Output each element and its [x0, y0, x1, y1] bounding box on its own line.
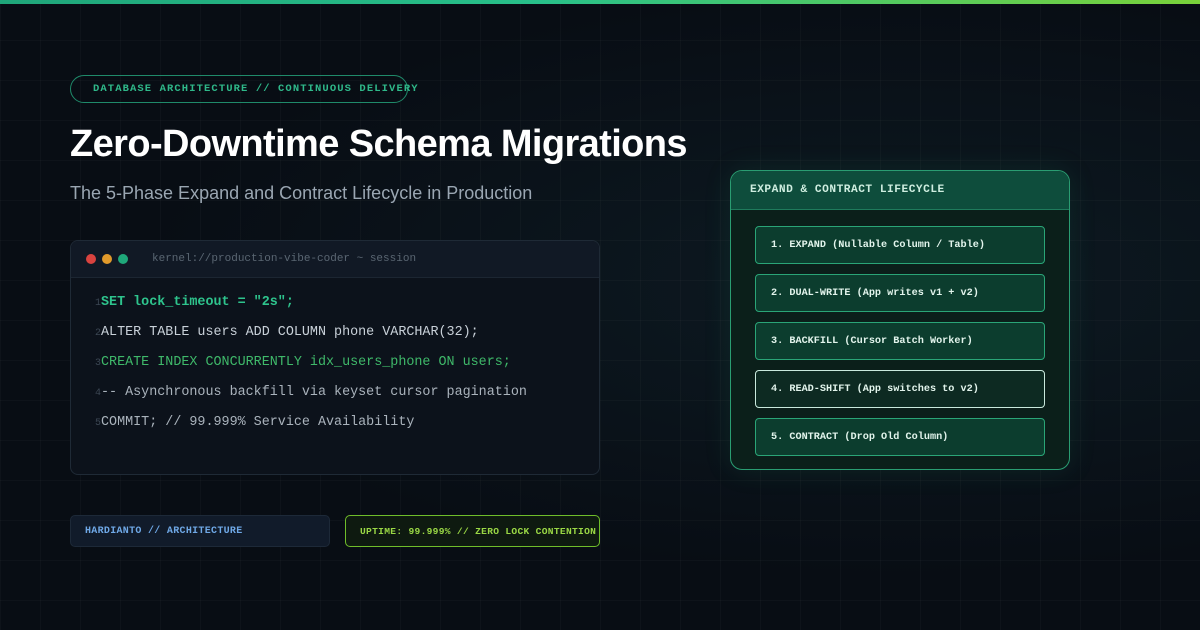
code-block: 1 SET lock_timeout = "2s"; 2 ALTER TABLE… — [71, 278, 599, 445]
phase-step-expand: 1. EXPAND (Nullable Column / Table) — [755, 226, 1045, 264]
phase-label: 2. DUAL-WRITE (App writes v1 + v2) — [771, 287, 979, 299]
lifecycle-header: EXPAND & CONTRACT LIFECYCLE — [731, 171, 1069, 210]
lifecycle-panel: EXPAND & CONTRACT LIFECYCLE 1. EXPAND (N… — [730, 170, 1070, 470]
phase-step-contract: 5. CONTRACT (Drop Old Column) — [755, 418, 1045, 456]
page-subtitle: The 5-Phase Expand and Contract Lifecycl… — [70, 183, 533, 203]
phase-label: 1. EXPAND (Nullable Column / Table) — [771, 239, 985, 251]
line-number: 1 — [94, 298, 101, 309]
category-badge: DATABASE ARCHITECTURE // CONTINUOUS DELI… — [70, 75, 418, 103]
phase-step-backfill: 3. BACKFILL (Cursor Batch Worker) — [755, 322, 1045, 360]
code-line: 5 COMMIT; // 99.999% Service Availabilit… — [71, 415, 599, 445]
author-tag: HARDIANTO // ARCHITECTURE — [70, 515, 330, 547]
terminal-header: kernel://production-vibe-coder ~ session — [71, 241, 599, 278]
code-text: COMMIT; // 99.999% Service Availability — [101, 415, 415, 430]
code-text: ALTER TABLE users ADD COLUMN phone VARCH… — [101, 325, 479, 340]
code-line: 4 -- Asynchronous backfill via keyset cu… — [71, 385, 599, 415]
category-badge-label: DATABASE ARCHITECTURE // CONTINUOUS DELI… — [93, 83, 419, 95]
line-number: 4 — [94, 388, 101, 399]
top-accent-bar — [0, 0, 1200, 4]
lifecycle-title: EXPAND & CONTRACT LIFECYCLE — [750, 184, 945, 196]
code-line: 3 CREATE INDEX CONCURRENTLY idx_users_ph… — [71, 355, 599, 385]
line-number: 2 — [94, 328, 101, 339]
close-dot-icon — [86, 254, 96, 264]
terminal-title: kernel://production-vibe-coder ~ session — [152, 253, 417, 265]
phase-step-read-shift: 4. READ-SHIFT (App switches to v2) — [755, 370, 1045, 408]
line-number: 3 — [94, 358, 101, 369]
phase-label: 5. CONTRACT (Drop Old Column) — [771, 431, 949, 443]
line-number: 5 — [94, 418, 101, 429]
maximize-dot-icon — [118, 254, 128, 264]
terminal-window: kernel://production-vibe-coder ~ session… — [70, 240, 600, 475]
phase-label: 4. READ-SHIFT (App switches to v2) — [771, 383, 979, 395]
page-title: Zero-Downtime Schema Migrations — [70, 123, 688, 165]
code-line: 1 SET lock_timeout = "2s"; — [71, 295, 599, 325]
code-line: 2 ALTER TABLE users ADD COLUMN phone VAR… — [71, 325, 599, 355]
phase-step-dual-write: 2. DUAL-WRITE (App writes v1 + v2) — [755, 274, 1045, 312]
uptime-badge-label: UPTIME: 99.999% // ZERO LOCK CONTENTION — [360, 525, 597, 537]
minimize-dot-icon — [102, 254, 112, 264]
code-text: CREATE INDEX CONCURRENTLY idx_users_phon… — [101, 355, 511, 370]
code-comment: -- Asynchronous backfill via keyset curs… — [101, 385, 527, 400]
author-tag-label: HARDIANTO // ARCHITECTURE — [85, 525, 243, 537]
uptime-badge: UPTIME: 99.999% // ZERO LOCK CONTENTION — [345, 515, 600, 547]
phase-label: 3. BACKFILL (Cursor Batch Worker) — [771, 335, 973, 347]
code-text: SET lock_timeout = "2s"; — [101, 295, 294, 310]
